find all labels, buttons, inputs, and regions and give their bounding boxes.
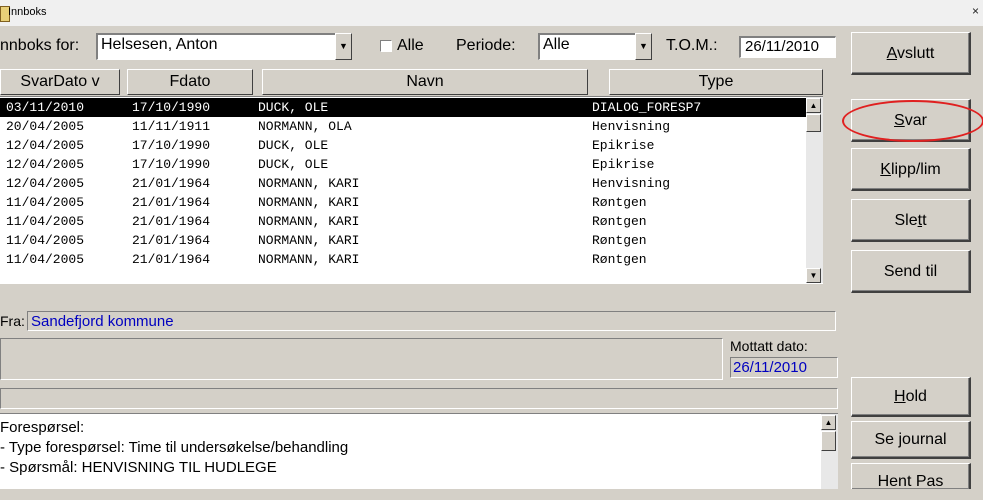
person-combo[interactable]: Helsesen, Anton <box>96 33 336 60</box>
column-svardato-sort[interactable]: SvarDato v <box>0 69 120 95</box>
cell-fdato: 17/10/1990 <box>132 157 211 172</box>
innboks-for-label: nnboks for: <box>0 37 80 54</box>
cell-fdato: 21/01/1964 <box>132 233 211 248</box>
periode-label: Periode: <box>456 37 516 54</box>
cell-fdato: 21/01/1964 <box>132 176 211 191</box>
cell-fdato: 21/01/1964 <box>132 252 211 267</box>
cell-navn: NORMANN, KARI <box>258 233 360 248</box>
cell-navn: NORMANN, KARI <box>258 176 360 191</box>
hent-pas-button[interactable]: Hent Pas <box>851 463 971 490</box>
tom-date-input[interactable]: 26/11/2010 <box>739 36 836 58</box>
cell-navn: NORMANN, OLA <box>258 119 352 134</box>
slett-button[interactable]: Slett <box>851 199 971 242</box>
table-row[interactable]: 12/04/2005 21/01/1964 NORMANN, KARI Henvisn… <box>0 174 806 193</box>
scroll-thumb[interactable] <box>806 114 821 132</box>
periode-combo-dropdown-icon[interactable]: ▼ <box>635 33 652 60</box>
periode-combo-value: Alle <box>543 36 570 53</box>
cell-svardato: 11/04/2005 <box>6 195 85 210</box>
cell-navn: NORMANN, KARI <box>258 252 360 267</box>
column-type[interactable]: Type <box>609 69 823 95</box>
table-row[interactable]: 11/04/2005 21/01/1964 NORMANN, KARI Røntgen <box>0 193 806 212</box>
alle-checkbox[interactable] <box>380 40 392 52</box>
klipp-lim-button[interactable]: Klipp/lim <box>851 148 971 191</box>
column-navn[interactable]: Navn <box>262 69 588 95</box>
cell-type: Epikrise <box>592 138 655 153</box>
svar-button[interactable]: Svar <box>851 99 971 142</box>
column-fdato[interactable]: Fdato <box>127 69 253 95</box>
scroll-up-icon[interactable]: ▲ <box>806 98 821 113</box>
cell-fdato: 17/10/1990 <box>132 100 211 115</box>
person-combo-value: Helsesen, Anton <box>101 36 218 53</box>
person-combo-dropdown-icon[interactable]: ▼ <box>335 33 352 60</box>
cell-fdato: 21/01/1964 <box>132 214 211 229</box>
message-line: - Spørsmål: HENVISNING TIL HUDLEGE <box>0 459 277 476</box>
cell-type: Henvisning <box>592 176 671 191</box>
avslutt-button[interactable]: Avslutt <box>851 32 971 75</box>
cell-navn: DUCK, OLE <box>258 157 329 172</box>
cell-fdato: 21/01/1964 <box>132 195 211 210</box>
table-row[interactable]: 11/04/2005 21/01/1964 NORMANN, KARI Røntgen <box>0 250 806 269</box>
mottatt-dato-label: Mottatt dato: <box>730 338 808 354</box>
cell-type: DIALOG_FORESP7 <box>592 100 702 115</box>
close-icon[interactable]: × <box>972 4 983 18</box>
table-row[interactable]: 12/04/2005 17/10/1990 DUCK, OLE Epikrise <box>0 155 806 174</box>
cell-svardato: 12/04/2005 <box>6 157 85 172</box>
cell-type: Epikrise <box>592 157 655 172</box>
cell-type: Røntgen <box>592 214 647 229</box>
table-row[interactable]: 20/04/2005 11/11/1911 NORMANN, OLA Henvisni… <box>0 117 806 136</box>
mottatt-dato-value: 26/11/2010 <box>730 357 838 378</box>
cell-navn: DUCK, OLE <box>258 138 329 153</box>
fra-label: Fra: <box>0 313 25 329</box>
table-row[interactable]: 11/04/2005 21/01/1964 NORMANN, KARI Røntgen <box>0 231 806 250</box>
cell-svardato: 20/04/2005 <box>6 119 85 134</box>
cell-svardato: 11/04/2005 <box>6 252 85 267</box>
fra-value: Sandefjord kommune <box>27 311 836 331</box>
inbox-list[interactable]: 03/11/2010 17/10/1990 DUCK, OLE DIALOG_FORE… <box>0 96 823 284</box>
info-area <box>0 338 723 380</box>
message-body[interactable]: Forespørsel: - Type forespørsel: Time ti… <box>0 413 838 489</box>
scroll-down-icon[interactable]: ▼ <box>806 268 821 283</box>
message-line: Forespørsel: <box>0 419 85 436</box>
title-bar: Innboks × <box>0 0 983 27</box>
window-title: Innboks <box>8 6 47 18</box>
tom-label: T.O.M.: <box>666 37 718 54</box>
cell-svardato: 12/04/2005 <box>6 176 85 191</box>
table-row[interactable]: 11/04/2005 21/01/1964 NORMANN, KARI Røntgen <box>0 212 806 231</box>
cell-navn: NORMANN, KARI <box>258 214 360 229</box>
list-scrollbar[interactable]: ▲ ▼ <box>806 97 823 283</box>
cell-type: Røntgen <box>592 252 647 267</box>
message-scroll-up-icon[interactable]: ▲ <box>821 415 836 430</box>
cell-svardato: 12/04/2005 <box>6 138 85 153</box>
message-scrollbar[interactable]: ▲ <box>821 414 838 489</box>
cell-type: Henvisning <box>592 119 671 134</box>
cell-navn: DUCK, OLE <box>258 100 329 115</box>
cell-svardato: 11/04/2005 <box>6 214 85 229</box>
cell-navn: NORMANN, KARI <box>258 195 360 210</box>
se-journal-button[interactable]: Se journal <box>851 421 971 459</box>
cell-type: Røntgen <box>592 233 647 248</box>
hold-button[interactable]: Hold <box>851 377 971 417</box>
table-row[interactable]: 12/04/2005 17/10/1990 DUCK, OLE Epikrise <box>0 136 806 155</box>
cell-fdato: 11/11/1911 <box>132 119 211 134</box>
cell-type: Røntgen <box>592 195 647 210</box>
table-row[interactable]: 03/11/2010 17/10/1990 DUCK, OLE DIALOG_FORE… <box>0 98 806 117</box>
send-til-button[interactable]: Send til <box>851 250 971 293</box>
alle-checkbox-label[interactable]: Alle <box>397 37 424 55</box>
subject-field <box>0 388 838 409</box>
cell-svardato: 11/04/2005 <box>6 233 85 248</box>
message-line: - Type forespørsel: Time til undersøkels… <box>0 439 349 456</box>
cell-fdato: 17/10/1990 <box>132 138 211 153</box>
message-scroll-thumb[interactable] <box>821 431 836 451</box>
periode-combo[interactable]: Alle <box>538 33 636 60</box>
cell-svardato: 03/11/2010 <box>6 100 85 115</box>
